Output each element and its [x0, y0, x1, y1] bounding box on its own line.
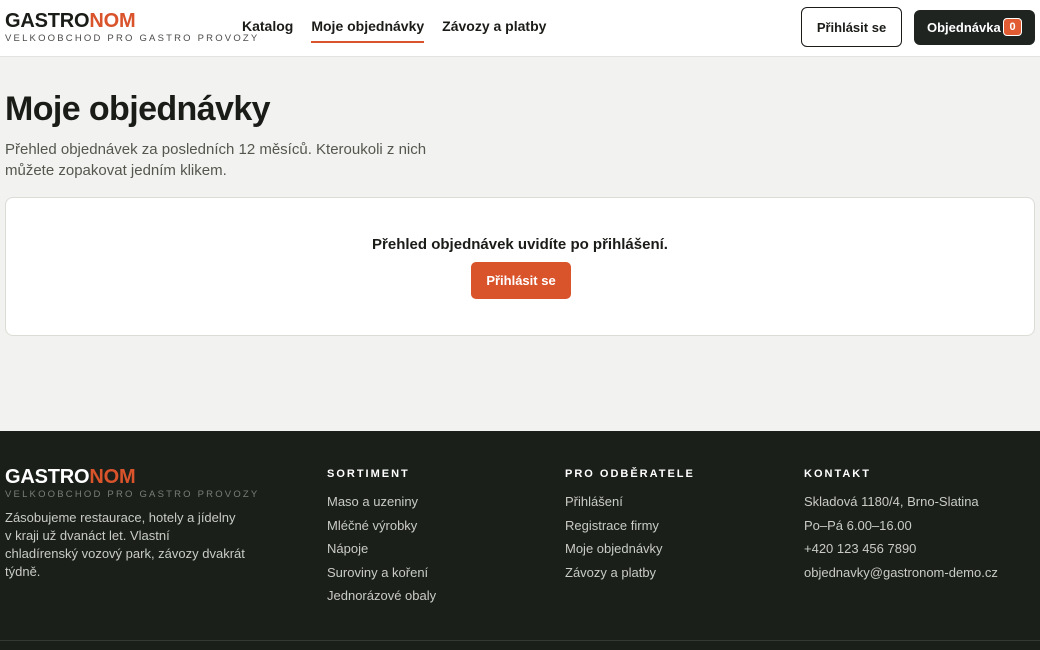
site-header: GASTRONOM VELKOOBCHOD PRO GASTRO PROVOZY… [0, 0, 1040, 57]
footer-col-title: SORTIMENT [327, 468, 410, 480]
footer-link[interactable]: Moje objednávky [565, 541, 695, 565]
footer-brand-logo[interactable]: GASTRONOM VELKOOBCHOD PRO GASTRO PROVOZY [5, 467, 259, 500]
brand-tagline: VELKOOBCHOD PRO GASTRO PROVOZY [5, 33, 260, 44]
footer-contact-address: Skladová 1180/4, Brno-Slatina [804, 494, 979, 509]
footer-col-pro-odberatele: PRO ODBĚRATELE Přihlášení Registrace fir… [565, 468, 695, 588]
site-footer: GASTRONOM VELKOOBCHOD PRO GASTRO PROVOZY… [0, 431, 1040, 650]
footer-contact-phone[interactable]: +420 123 456 7890 [804, 541, 998, 565]
order-cart-button[interactable]: Objednávka 0 [914, 10, 1035, 45]
brand-wordmark: GASTRONOM [5, 10, 136, 32]
footer-col-title: PRO ODBĚRATELE [565, 468, 695, 480]
footer-link[interactable]: Přihlášení [565, 494, 695, 518]
login-required-message: Přehled objednávek uvidíte po přihlášení… [372, 236, 668, 253]
footer-col-title: KONTAKT [804, 468, 871, 480]
card-login-button[interactable]: Přihlásit se [471, 262, 571, 299]
footer-link[interactable]: Jednorázové obaly [327, 588, 436, 612]
order-count-badge: 0 [1003, 18, 1022, 36]
page-description: Přehled objednávek za posledních 12 měsí… [5, 141, 427, 179]
nav-zavozy-a-platby[interactable]: Závozy a platby [442, 0, 546, 43]
footer-link[interactable]: Nápoje [327, 541, 436, 565]
login-required-card: Přehled objednávek uvidíte po přihlášení… [5, 197, 1035, 336]
nav-moje-objednavky[interactable]: Moje objednávky [311, 0, 425, 43]
footer-link[interactable]: Závozy a platby [565, 565, 695, 589]
footer-contact-hours: Po–Pá 6.00–16.00 [804, 517, 912, 533]
main-nav: Katalog Moje objednávky Závozy a platby [242, 0, 564, 57]
footer-col-kontakt: KONTAKT Skladová 1180/4, Brno-Slatina Po… [804, 468, 998, 588]
footer-about-text: Zásobujeme restaurace, hotely a jídelny … [5, 510, 245, 579]
nav-katalog[interactable]: Katalog [242, 0, 293, 43]
footer-col-sortiment: SORTIMENT Maso a uzeniny Mléčné výrobky … [327, 468, 436, 612]
footer-brand-wordmark: GASTRONOM [5, 466, 136, 488]
footer-brand-tagline: VELKOOBCHOD PRO GASTRO PROVOZY [5, 489, 260, 500]
brand-logo[interactable]: GASTRONOM VELKOOBCHOD PRO GASTRO PROVOZY [5, 11, 259, 44]
footer-link[interactable]: Registrace firmy [565, 518, 695, 542]
footer-divider [0, 640, 1040, 641]
header-login-button[interactable]: Přihlásit se [801, 7, 902, 47]
footer-link[interactable]: Maso a uzeniny [327, 494, 436, 518]
footer-link[interactable]: Suroviny a koření [327, 565, 436, 589]
page-title: Moje objednávky [5, 90, 271, 128]
order-cart-label: Objednávka [927, 20, 1001, 35]
footer-link[interactable]: Mléčné výrobky [327, 518, 436, 542]
footer-contact-email[interactable]: objednavky@gastronom-demo.cz [804, 565, 998, 589]
